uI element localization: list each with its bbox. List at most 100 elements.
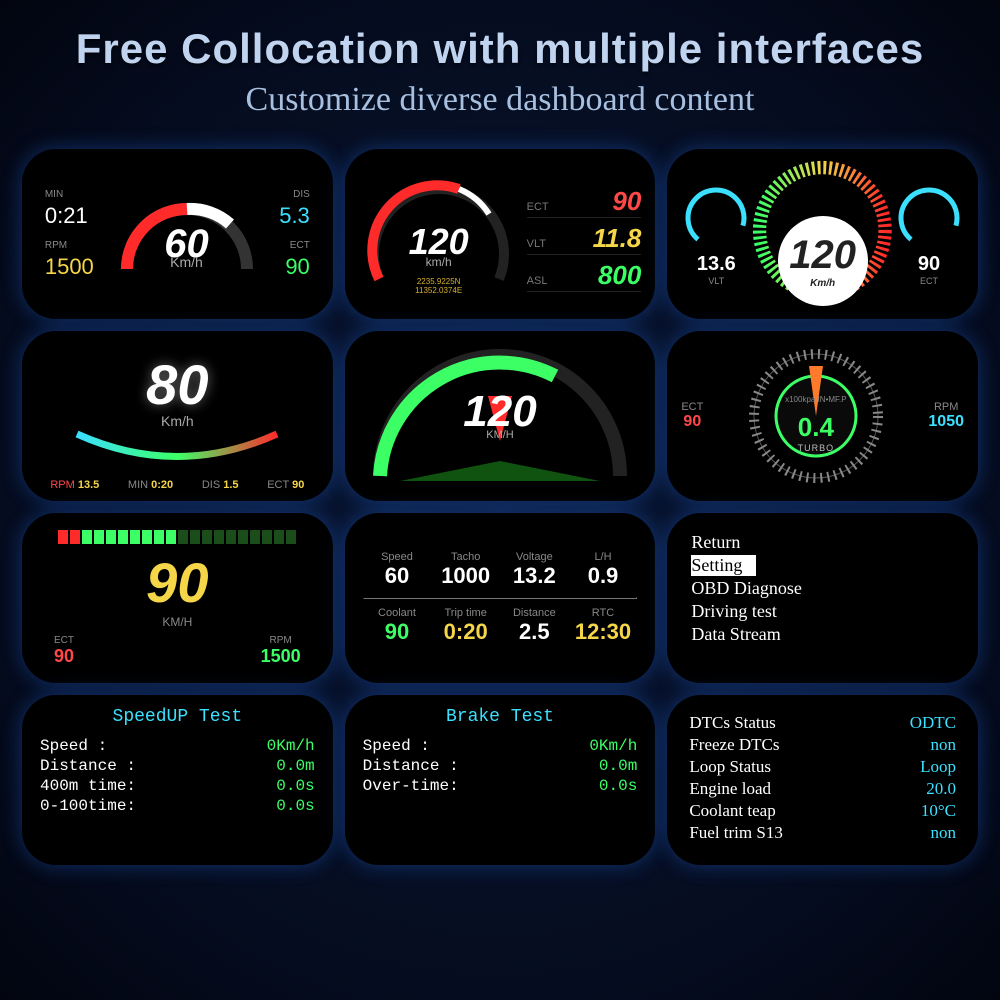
- ect-label: ECT: [920, 276, 938, 286]
- ect-label: ECT: [267, 479, 289, 491]
- stat-label: RTC: [592, 607, 614, 619]
- test-val: 0Km/h: [589, 737, 637, 755]
- dtc-key: Loop Status: [689, 757, 771, 777]
- dtc-val: non: [930, 823, 956, 843]
- dtc-key: Coolant teap: [689, 801, 775, 821]
- stat-value: 2.5: [519, 619, 550, 645]
- page-title: Free Collocation with multiple interface…: [0, 25, 1000, 73]
- data-table-tile: Speed60 Tacho1000 Voltage13.2 L/H0.9 Coo…: [345, 513, 656, 683]
- gauge-tile-3: 13.6 VLT 120Km/h 90 ECT: [667, 149, 978, 319]
- dis-label: DIS: [202, 479, 220, 491]
- rpm-value: 1500: [45, 254, 94, 280]
- min-label: MIN: [128, 479, 148, 491]
- rpm-value: 1050: [928, 413, 964, 431]
- dashboard-grid: MIN 0:21 RPM 1500 60 Km/h DIS 5.3 ECT 90: [0, 129, 1000, 885]
- ect-label: ECT: [527, 201, 549, 213]
- turbo-label: TURBO: [741, 443, 891, 453]
- ect-label: ECT: [681, 401, 703, 413]
- vlt-mini-gauge: 13.6 VLT: [681, 183, 751, 286]
- menu-item-data-stream[interactable]: Data Stream: [691, 623, 954, 646]
- gauge-tile-6: ECT 90 x100kpa IN•MF.P 0.4 TURBO RPM 105…: [667, 331, 978, 501]
- rpm-label: RPM: [934, 401, 958, 413]
- rpm-value: 1500: [261, 646, 301, 667]
- dtc-key: DTCs Status: [689, 713, 775, 733]
- turbo-gauge-icon: x100kpa IN•MF.P 0.4 TURBO: [741, 341, 891, 491]
- speed-unit: KM/H: [36, 615, 319, 629]
- stat-label: Tacho: [451, 551, 480, 563]
- speedup-test-tile: SpeedUP Test Speed : 0Km/h Distance : 0.0m…: [22, 695, 333, 865]
- menu-item-driving-test[interactable]: Driving test: [691, 600, 954, 623]
- vlt-value: 13.6: [697, 253, 736, 276]
- stat-value: 0:20: [444, 619, 488, 645]
- speed-unit: km/h: [359, 255, 519, 269]
- menu-tile: Return Setting OBD Diagnose Driving test…: [667, 513, 978, 683]
- test-key: 0-100time:: [40, 797, 136, 815]
- ect-value: 90: [683, 413, 701, 431]
- stat-label: Speed: [381, 551, 413, 563]
- turbo-value: 0.4: [741, 412, 891, 443]
- stat-value: 0.9: [588, 563, 619, 589]
- dis-label: DIS: [279, 189, 310, 200]
- test-val: 0.0m: [276, 757, 314, 775]
- min-value: 0:21: [45, 203, 94, 229]
- speed-unit: Km/h: [810, 278, 835, 289]
- gauge-tile-7: 90 KM/H ECT90 RPM1500: [22, 513, 333, 683]
- stat-label: Coolant: [378, 607, 416, 619]
- gauge-tile-2: 120 km/h 2235.9225N11352.0374E ECT 90 VLT…: [345, 149, 656, 319]
- stat-value: 13.2: [513, 563, 556, 589]
- stat-label: Voltage: [516, 551, 553, 563]
- test-title: Brake Test: [363, 707, 638, 727]
- test-key: Speed :: [363, 737, 430, 755]
- asl-value: 800: [598, 260, 641, 291]
- dtc-val: non: [930, 735, 956, 755]
- rpm-label: RPM: [45, 240, 94, 251]
- dtc-val: ODTC: [910, 713, 956, 733]
- page-subtitle: Customize diverse dashboard content: [0, 81, 1000, 119]
- speed-gauge-icon: 120 km/h 2235.9225N11352.0374E: [359, 169, 519, 299]
- ect-value: 90: [279, 254, 310, 280]
- gauge-head: x100kpa IN•MF.P: [741, 395, 891, 404]
- speed-value: 120: [789, 233, 856, 278]
- speed-unit: Km/h: [161, 413, 194, 429]
- stat-label: Distance: [513, 607, 556, 619]
- dtc-key: Engine load: [689, 779, 771, 799]
- test-val: 0.0s: [599, 777, 637, 795]
- dtc-status-tile: DTCs StatusODTC Freeze DTCsnon Loop Stat…: [667, 695, 978, 865]
- vlt-value: 11.8: [593, 223, 642, 254]
- stat-label: Trip time: [444, 607, 486, 619]
- gauge-tile-5: 120 KM/H: [345, 331, 656, 501]
- test-key: Over-time:: [363, 777, 459, 795]
- menu-item-obd[interactable]: OBD Diagnose: [691, 577, 954, 600]
- stats-row-top: Speed60 Tacho1000 Voltage13.2 L/H0.9: [363, 551, 638, 589]
- ect-value: 90: [292, 479, 304, 491]
- rpm-label: RPM: [270, 635, 292, 646]
- test-key: Distance :: [40, 757, 136, 775]
- asl-label: ASL: [527, 275, 548, 287]
- vlt-label: VLT: [527, 238, 546, 250]
- menu-item-setting[interactable]: Setting: [691, 554, 954, 577]
- stat-value: 90: [385, 619, 409, 645]
- vlt-label: VLT: [708, 276, 724, 286]
- ect-value: 90: [612, 186, 641, 217]
- min-label: MIN: [45, 189, 94, 200]
- speed-gauge-icon: 120Km/h: [751, 159, 894, 309]
- stat-value: 60: [385, 563, 409, 589]
- dtc-val: Loop: [920, 757, 956, 777]
- gauge-tile-1: MIN 0:21 RPM 1500 60 Km/h DIS 5.3 ECT 90: [22, 149, 333, 319]
- gps-coords: 2235.9225N11352.0374E: [359, 277, 519, 295]
- test-key: Speed :: [40, 737, 107, 755]
- ect-value: 90: [54, 646, 74, 667]
- stat-value: 1000: [441, 563, 490, 589]
- speed-unit: KM/H: [345, 429, 656, 441]
- dtc-val: 20.0: [926, 779, 956, 799]
- arc-icon: [67, 429, 287, 463]
- ect-label: ECT: [279, 240, 310, 251]
- speed-gauge-icon: 60 Km/h: [112, 184, 262, 284]
- test-title: SpeedUP Test: [40, 707, 315, 727]
- dtc-val: 10°C: [921, 801, 956, 821]
- menu-item-return[interactable]: Return: [691, 531, 954, 554]
- rpm-value: 13.5: [78, 479, 99, 491]
- test-val: 0.0s: [276, 777, 314, 795]
- min-value: 0:20: [151, 479, 173, 491]
- test-val: 0Km/h: [267, 737, 315, 755]
